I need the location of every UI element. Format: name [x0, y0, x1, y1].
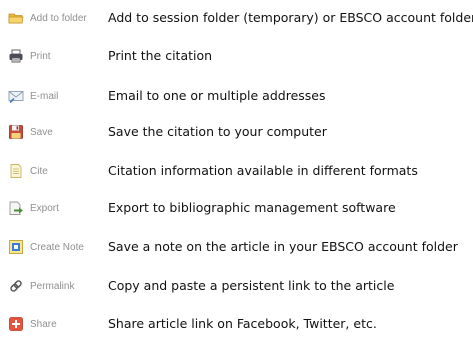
- link-icon: [8, 278, 24, 294]
- export-icon: [8, 200, 24, 216]
- note-icon: [8, 239, 24, 255]
- cite-button[interactable]: Cite: [8, 158, 48, 184]
- email-description: Email to one or multiple addresses: [108, 88, 326, 103]
- share-plus-icon: [8, 316, 24, 332]
- print-label: Print: [30, 50, 51, 62]
- row-add-to-folder: Add to folder Add to session folder (tem…: [0, 5, 473, 31]
- share-button[interactable]: Share: [8, 311, 57, 337]
- share-label: Share: [30, 318, 57, 330]
- email-button[interactable]: E-mail: [8, 83, 58, 109]
- create-note-description: Save a note on the article in your EBSCO…: [108, 239, 458, 254]
- email-icon: [8, 88, 24, 104]
- row-email: E-mail Email to one or multiple addresse…: [0, 83, 473, 109]
- cite-label: Cite: [30, 165, 48, 177]
- printer-icon: [8, 48, 24, 64]
- row-permalink: Permalink Copy and paste a persistent li…: [0, 273, 473, 299]
- add-to-folder-label: Add to folder: [30, 12, 87, 24]
- print-description: Print the citation: [108, 48, 213, 63]
- create-note-label: Create Note: [30, 241, 84, 253]
- export-button[interactable]: Export: [8, 195, 59, 221]
- document-icon: [8, 163, 24, 179]
- save-label: Save: [30, 126, 53, 138]
- share-description: Share article link on Facebook, Twitter,…: [108, 316, 377, 331]
- print-button[interactable]: Print: [8, 43, 51, 69]
- permalink-description: Copy and paste a persistent link to the …: [108, 278, 395, 293]
- email-label: E-mail: [30, 90, 59, 102]
- row-save: Save Save the citation to your computer: [0, 119, 473, 145]
- permalink-button[interactable]: Permalink: [8, 273, 74, 299]
- row-create-note: Create Note Save a note on the article i…: [0, 234, 473, 260]
- cite-description: Citation information available in differ…: [108, 163, 418, 178]
- export-description: Export to bibliographic management softw…: [108, 200, 396, 215]
- row-print: Print Print the citation: [0, 43, 473, 69]
- add-to-folder-description: Add to session folder (temporary) or EBS…: [108, 10, 473, 25]
- row-cite: Cite Citation information available in d…: [0, 158, 473, 184]
- row-share: Share Share article link on Facebook, Tw…: [0, 311, 473, 337]
- export-label: Export: [30, 202, 59, 214]
- row-export: Export Export to bibliographic managemen…: [0, 195, 473, 221]
- create-note-button[interactable]: Create Note: [8, 234, 84, 260]
- permalink-label: Permalink: [30, 280, 75, 292]
- tool-legend: Add to folder Add to session folder (tem…: [0, 0, 473, 336]
- folder-icon: [8, 10, 24, 26]
- add-to-folder-button[interactable]: Add to folder: [8, 5, 87, 31]
- save-description: Save the citation to your computer: [108, 124, 327, 139]
- save-button[interactable]: Save: [8, 119, 53, 145]
- floppy-disk-icon: [8, 124, 24, 140]
